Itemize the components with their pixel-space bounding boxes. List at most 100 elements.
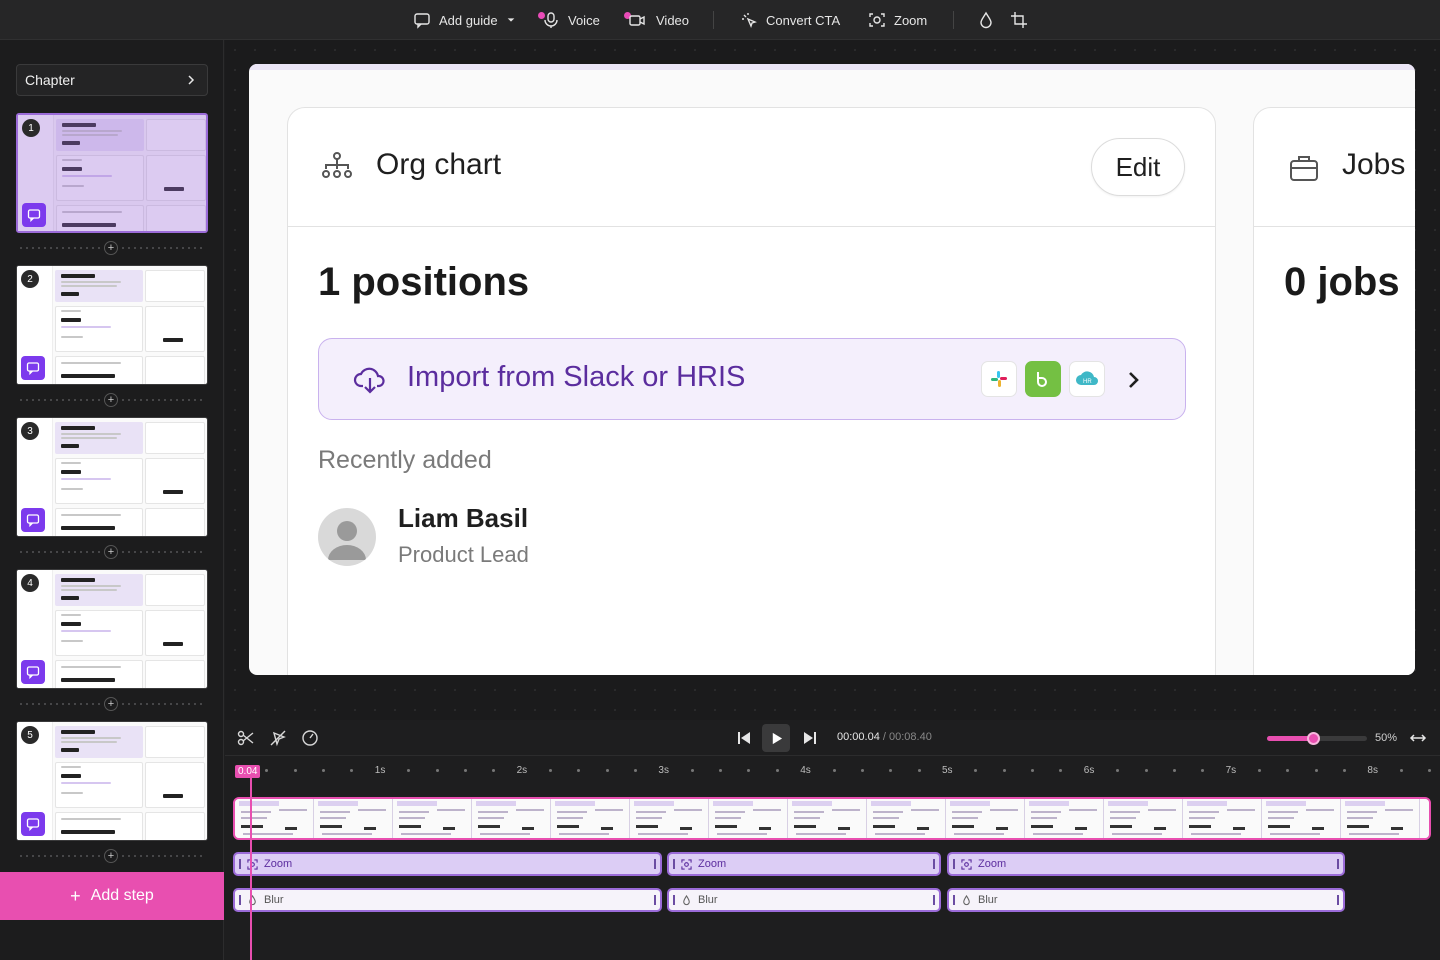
playhead[interactable]	[250, 778, 252, 960]
fit-width-icon[interactable]	[1409, 729, 1427, 747]
guide-message-icon[interactable]	[21, 508, 45, 532]
step-thumbnail[interactable]: 1	[16, 113, 208, 233]
caret-down-icon	[507, 18, 514, 22]
ruler-tick	[889, 769, 893, 772]
no-cursor-icon[interactable]	[269, 729, 287, 747]
ruler-tick	[350, 769, 354, 772]
ruler-label: 6s	[1083, 765, 1095, 776]
ruler-label: 3s	[658, 765, 669, 776]
ruler-tick	[860, 769, 864, 772]
segment-resize-handle[interactable]	[673, 859, 675, 869]
step-thumbnail[interactable]: 5	[16, 721, 208, 841]
video-camera-icon	[629, 15, 645, 26]
plus-icon: +	[70, 885, 81, 906]
ruler-tick	[1201, 769, 1205, 772]
speech-bubble-icon	[414, 13, 430, 29]
segment-resize-handle[interactable]	[654, 895, 656, 905]
video-button[interactable]: Video	[624, 8, 689, 32]
frame-top-strip	[249, 64, 1415, 70]
add-step-button[interactable]: + Add step	[0, 872, 224, 920]
guide-message-icon[interactable]	[21, 660, 45, 684]
convert-cta-button[interactable]: Convert CTA	[740, 8, 840, 32]
step-thumbnail[interactable]: 3	[16, 417, 208, 537]
skip-back-icon[interactable]	[735, 729, 753, 747]
screenshot-frame[interactable]: Org chart Edit 1 positions Import from S…	[249, 64, 1415, 675]
microphone-icon	[544, 12, 558, 28]
segment-resize-handle[interactable]	[933, 859, 935, 869]
zoom-percent: 50%	[1375, 732, 1398, 744]
insert-step-button[interactable]: +	[104, 393, 118, 407]
segment-resize-handle[interactable]	[953, 895, 955, 905]
default-user-icon	[328, 521, 366, 560]
cloud-download-icon	[353, 367, 385, 394]
segment-resize-handle[interactable]	[1337, 895, 1339, 905]
voice-button[interactable]: Voice	[538, 8, 600, 32]
ruler-tick	[832, 769, 836, 772]
segment-resize-handle[interactable]	[239, 859, 241, 869]
org-chart-title: Org chart	[376, 148, 502, 181]
blur-segment[interactable]: Blur	[233, 888, 662, 912]
toolbar-divider	[713, 11, 714, 29]
ruler-tick	[634, 769, 638, 772]
step-thumbnail[interactable]: 4	[16, 569, 208, 689]
segment-resize-handle[interactable]	[654, 859, 656, 869]
zoom-slider-handle[interactable]	[1307, 732, 1320, 745]
segment-resize-handle[interactable]	[1337, 859, 1339, 869]
crop-tool-button[interactable]	[1010, 8, 1028, 32]
guide-message-icon[interactable]	[21, 812, 45, 836]
blur-tool-button[interactable]	[977, 8, 995, 32]
scissors-icon[interactable]	[237, 729, 255, 747]
edit-button[interactable]: Edit	[1091, 138, 1185, 196]
play-icon	[772, 732, 782, 744]
ruler-tick	[548, 769, 552, 772]
step-preview	[17, 722, 207, 840]
video-track[interactable]	[233, 797, 1431, 840]
insert-step-button[interactable]: +	[104, 849, 118, 863]
ruler-tick	[1314, 769, 1318, 772]
segment-resize-handle[interactable]	[933, 895, 935, 905]
person-name: Liam Basil	[398, 503, 529, 533]
ruler-tick	[1116, 769, 1120, 772]
add-guide-button[interactable]: Add guide	[413, 8, 516, 32]
zoom-segment[interactable]: Zoom	[947, 852, 1345, 876]
blur-segment[interactable]: Blur	[947, 888, 1345, 912]
import-from-slack-button[interactable]: Import from Slack or HRIS HR	[318, 338, 1186, 420]
playhead-time[interactable]: 0.04	[235, 765, 261, 778]
jobs-card: Jobs 0 jobs	[1253, 107, 1415, 675]
timecode: 00:00.04 / 00:08.40	[837, 731, 932, 743]
step-number: 4	[21, 574, 39, 592]
insert-step-row: +	[18, 849, 206, 863]
chapter-button[interactable]: Chapter	[16, 64, 208, 96]
recently-added-heading: Recently added	[318, 446, 492, 474]
step-thumbnail[interactable]: 2	[16, 265, 208, 385]
zoom-focus-icon	[681, 858, 692, 870]
guide-message-icon[interactable]	[21, 356, 45, 380]
segment-resize-handle[interactable]	[239, 895, 241, 905]
segment-resize-handle[interactable]	[673, 895, 675, 905]
play-button[interactable]	[762, 724, 790, 752]
insert-step-button[interactable]: +	[104, 697, 118, 711]
editor-canvas: Org chart Edit 1 positions Import from S…	[225, 40, 1440, 720]
skip-forward-icon[interactable]	[801, 729, 819, 747]
zoom-segment[interactable]: Zoom	[233, 852, 662, 876]
top-toolbar: Add guide Voice Video Convert CTA Zoom	[0, 0, 1440, 40]
insert-step-button[interactable]: +	[104, 241, 118, 255]
guide-message-icon[interactable]	[22, 203, 46, 227]
zoom-button[interactable]: Zoom	[868, 8, 927, 32]
ruler-tick	[690, 769, 694, 772]
current-time: 00:00.04	[837, 731, 880, 743]
ruler-tick	[577, 769, 581, 772]
blur-segment[interactable]: Blur	[667, 888, 941, 912]
total-time: 00:08.40	[889, 731, 932, 743]
segment-resize-handle[interactable]	[953, 859, 955, 869]
insert-step-button[interactable]: +	[104, 545, 118, 559]
speed-gauge-icon[interactable]	[301, 729, 319, 747]
timeline-zoom-slider[interactable]	[1267, 732, 1367, 745]
org-chart-header: Org chart Edit	[288, 108, 1215, 227]
timeline-ruler[interactable]: 0.04 1s 2s 3s 4s 5s 6s 7s 8s	[225, 757, 1440, 787]
zoom-segment[interactable]: Zoom	[667, 852, 941, 876]
chapter-label: Chapter	[25, 72, 75, 88]
crop-icon	[1011, 12, 1027, 28]
ruler-tick	[1428, 769, 1432, 772]
chevron-right-icon	[1129, 372, 1139, 388]
